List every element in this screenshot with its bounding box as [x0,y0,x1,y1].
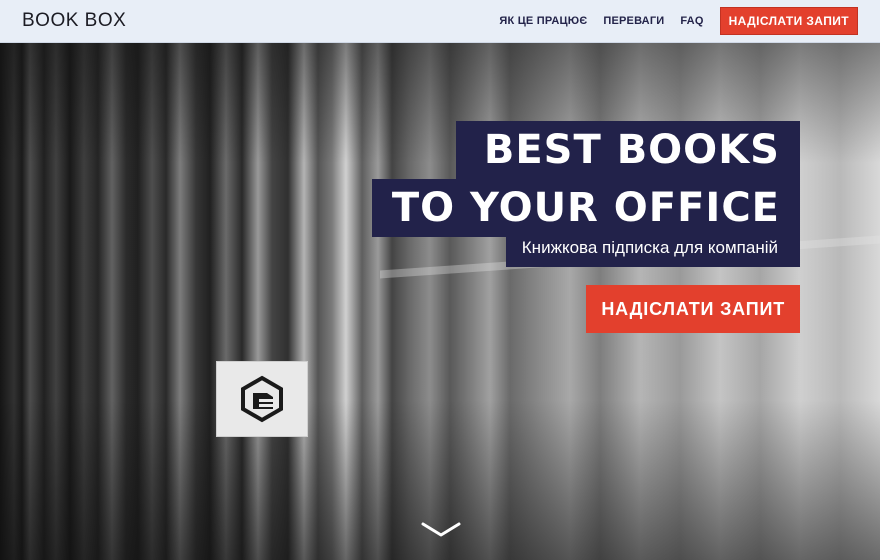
nav-link-faq[interactable]: FAQ [680,15,703,27]
hero-request-button[interactable]: НАДІСЛАТИ ЗАПИТ [586,285,800,333]
site-header: BOOK BOX ЯК ЦЕ ПРАЦЮЄ ПЕРЕВАГИ FAQ НАДІС… [0,0,880,43]
hexagon-logo-icon [241,375,283,423]
hero-title-line-2: TO YOUR OFFICE [371,179,800,237]
nav-link-benefits[interactable]: ПЕРЕВАГИ [603,15,664,27]
book-tag [216,361,308,437]
main-nav: ЯК ЦЕ ПРАЦЮЄ ПЕРЕВАГИ FAQ НАДІСЛАТИ ЗАПИ… [499,7,858,35]
hero-title-line-1: BEST BOOKS [455,121,800,179]
nav-link-how-it-works[interactable]: ЯК ЦЕ ПРАЦЮЄ [499,15,587,27]
hero-subtitle: Книжкова підписка для компаній [505,231,800,267]
site-logo[interactable]: BOOK BOX [22,10,126,32]
header-request-button[interactable]: НАДІСЛАТИ ЗАПИТ [719,7,858,35]
chevron-down-icon[interactable] [420,519,462,541]
